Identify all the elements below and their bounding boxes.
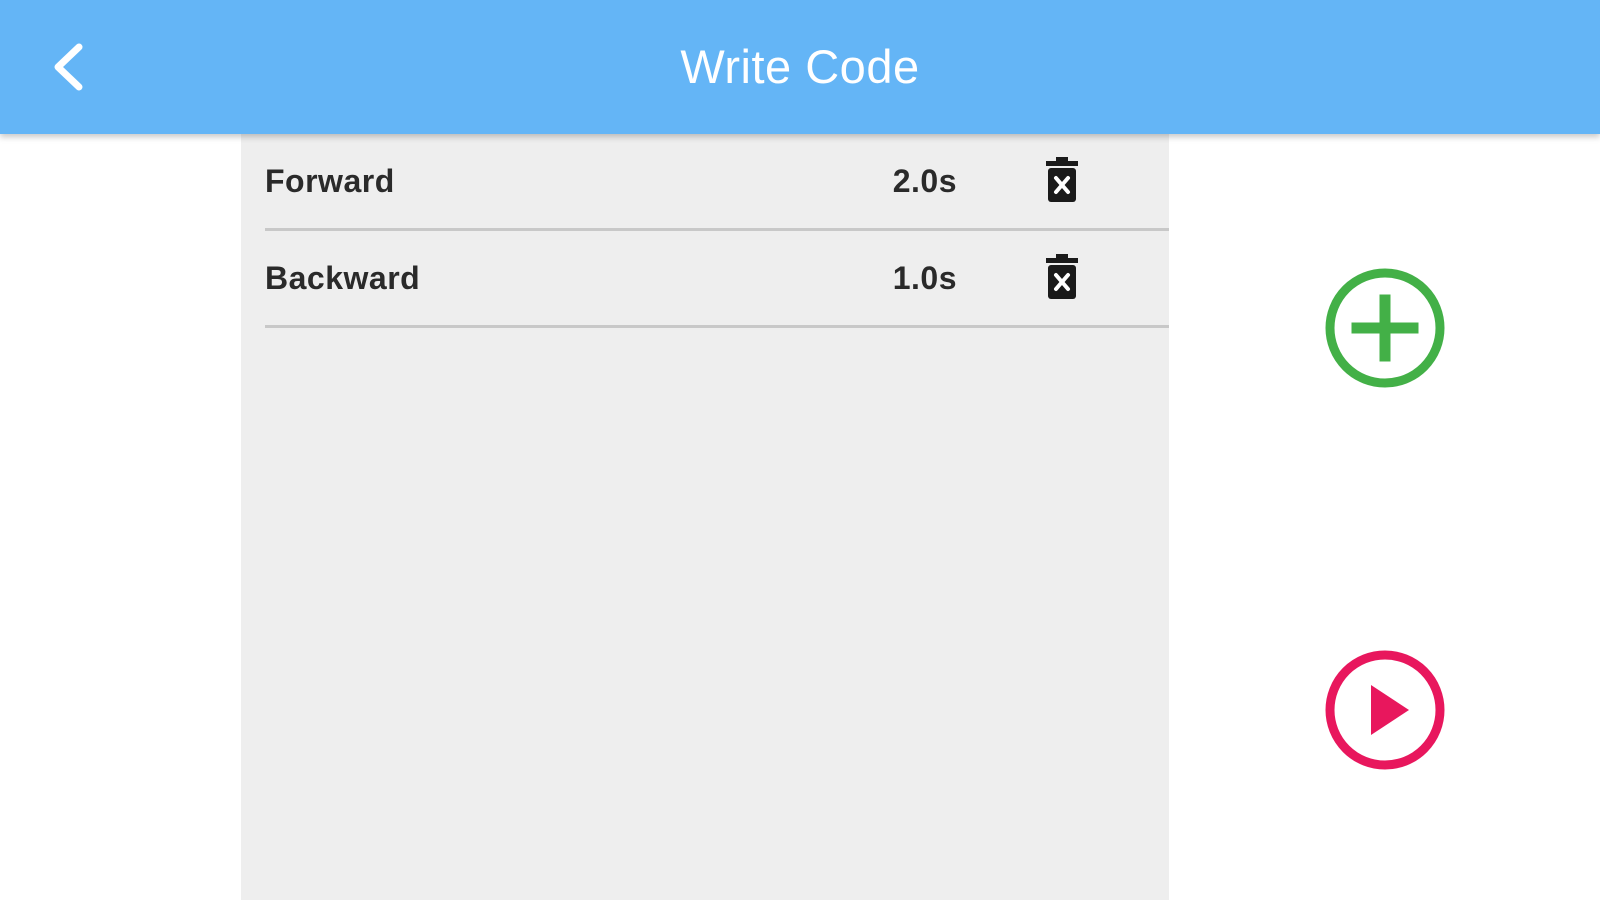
list-item[interactable]: Backward 1.0s (265, 231, 1169, 328)
run-button[interactable] (1323, 648, 1447, 772)
trash-x-icon (1046, 157, 1078, 202)
delete-button[interactable] (1042, 154, 1082, 206)
command-duration: 2.0s (892, 163, 957, 199)
trash-x-icon (1046, 254, 1078, 299)
command-label: Forward (265, 163, 395, 199)
play-circle-icon (1325, 650, 1445, 770)
delete-button[interactable] (1042, 251, 1082, 303)
command-duration: 1.0s (892, 260, 957, 296)
app-bar: Write Code (0, 0, 1600, 134)
command-list: Forward 2.0s Backward 1.0s (241, 134, 1169, 900)
list-item[interactable]: Forward 2.0s (265, 134, 1169, 231)
add-command-button[interactable] (1323, 266, 1447, 390)
command-label: Backward (265, 260, 421, 296)
page-title: Write Code (680, 40, 920, 93)
plus-circle-icon (1325, 268, 1445, 388)
